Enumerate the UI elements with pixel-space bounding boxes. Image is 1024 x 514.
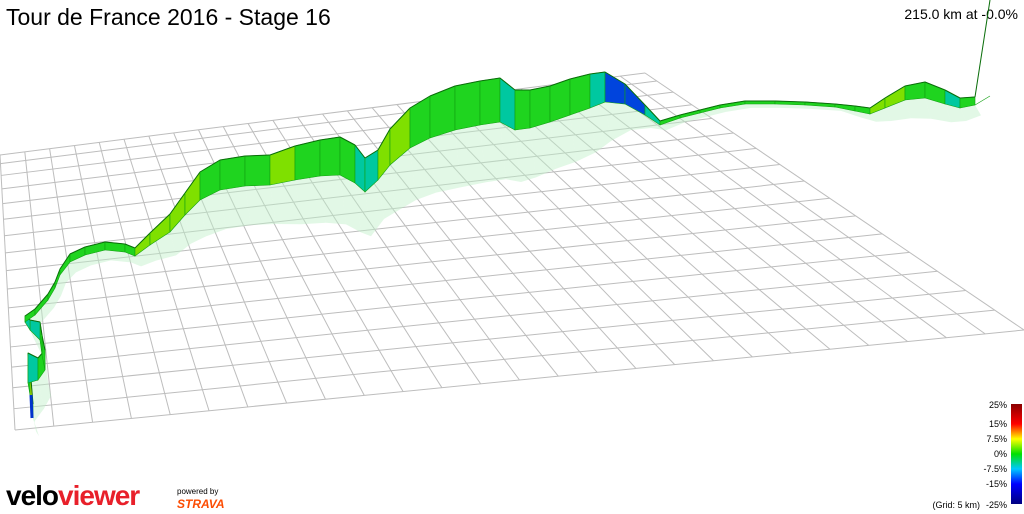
shadow-segment [745, 104, 781, 108]
legend-label-0: 0% [993, 449, 1007, 459]
strava-logo[interactable]: STRAVA [177, 497, 225, 511]
logo-text-velo: velo [6, 480, 59, 511]
profile-segment [589, 71, 606, 109]
profile-segment [974, 95, 991, 106]
profile-segment [294, 139, 321, 181]
steep-descent-marker [29, 394, 34, 419]
grid-scale-note: (Grid: 5 km) [932, 500, 980, 510]
gradient-legend-bar [1011, 404, 1022, 504]
profile-segment [454, 80, 481, 131]
legend-label-15: 15% [988, 419, 1007, 429]
profile-segment [529, 85, 551, 129]
legend-label-7-5: 7.5% [986, 434, 1007, 444]
legend-label-neg-25: -25% [985, 500, 1007, 510]
logo-text-viewer: viewer [58, 480, 140, 511]
profile-segment [904, 81, 926, 101]
profile-segment [569, 73, 591, 116]
elevation-3d-view[interactable] [0, 0, 1024, 512]
powered-by-text: powered by [177, 487, 219, 496]
legend-label-neg-15: -15% [985, 479, 1007, 489]
legend-label-neg-7-5: -7.5% [983, 464, 1007, 474]
veloviewer-logo[interactable]: veloviewer [6, 480, 140, 514]
profile-segment [514, 89, 531, 131]
profile-shadow [25, 96, 990, 437]
profile-segment [244, 154, 271, 187]
profile-segment [219, 155, 246, 191]
profile-top-edge [974, 0, 991, 98]
legend-label-25: 25% [988, 400, 1007, 410]
profile-segment [479, 77, 501, 126]
profile-segment [269, 145, 296, 186]
profile-segment [319, 136, 341, 177]
profile-segment [429, 85, 456, 139]
profile-segment [499, 77, 516, 131]
